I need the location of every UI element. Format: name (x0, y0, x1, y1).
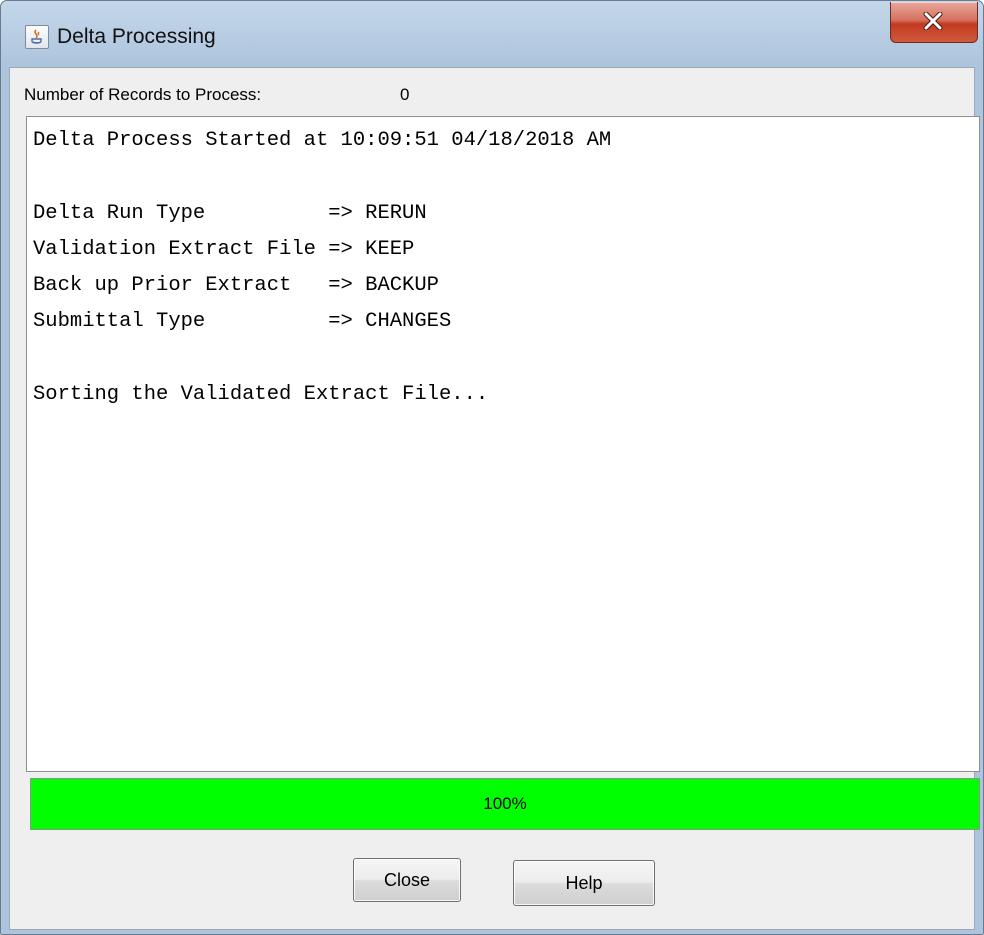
window-title: Delta Processing (57, 25, 216, 48)
log-line: Submittal Type => CHANGES (33, 310, 452, 333)
progress-label: 100% (483, 794, 527, 813)
records-label: Number of Records to Process: (24, 85, 262, 104)
log-line: Sorting the Validated Extract File... (33, 383, 489, 406)
close-x-icon (923, 12, 943, 30)
progress-bar: 100% (30, 778, 980, 830)
log-line: Back up Prior Extract => BACKUP (33, 274, 439, 297)
log-line: Delta Process Started at 10:09:51 04/18/… (33, 129, 612, 152)
title-bar[interactable]: Delta Processing (1, 1, 983, 67)
records-count: 0 (400, 85, 410, 104)
java-icon (25, 25, 49, 49)
records-row: Number of Records to Process: 0 (10, 68, 974, 116)
log-output[interactable]: Delta Process Started at 10:09:51 04/18/… (26, 116, 980, 772)
help-button[interactable]: Help (513, 860, 655, 906)
dialog-body: Number of Records to Process: 0 Delta Pr… (9, 67, 980, 930)
window-close-button[interactable] (890, 2, 978, 43)
log-line: Delta Run Type => RERUN (33, 202, 427, 225)
delta-processing-window: Delta Processing Number of Records to Pr… (0, 0, 984, 935)
close-button[interactable]: Close (353, 858, 461, 902)
log-line: Validation Extract File => KEEP (33, 238, 415, 261)
